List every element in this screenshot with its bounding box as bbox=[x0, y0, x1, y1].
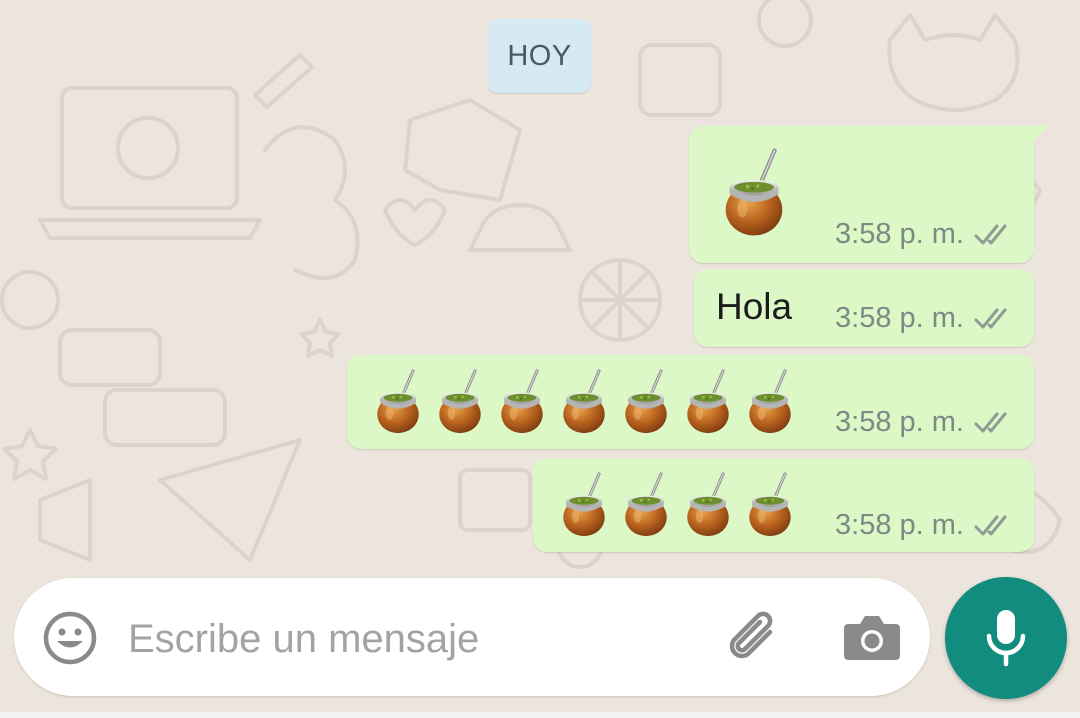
mate-emoji bbox=[561, 369, 607, 435]
message-meta: 3:58 p. m. bbox=[835, 218, 1016, 251]
mate-emoji bbox=[747, 369, 793, 435]
message-composer bbox=[14, 578, 930, 696]
mate-emoji bbox=[723, 148, 785, 238]
bubble-tail bbox=[1032, 126, 1048, 144]
bottom-system-strip bbox=[0, 712, 1080, 718]
message-timestamp: 3:58 p. m. bbox=[835, 509, 964, 541]
emoji-smiley-icon[interactable] bbox=[42, 610, 98, 666]
message-meta: 3:58 p. m. bbox=[835, 302, 1016, 335]
message-timestamp: 3:58 p. m. bbox=[835, 406, 964, 438]
double-check-read-icon bbox=[974, 514, 1016, 538]
message-meta: 3:58 p. m. bbox=[835, 406, 1016, 439]
mate-emoji bbox=[685, 472, 731, 538]
mate-emoji bbox=[499, 369, 545, 435]
outgoing-message-bubble[interactable]: 3:58 p. m. bbox=[533, 458, 1034, 552]
outgoing-message-bubble[interactable]: Hola 3:58 p. m. bbox=[694, 269, 1034, 347]
outgoing-message-bubble[interactable]: 3:58 p. m. bbox=[689, 126, 1048, 263]
date-separator-label: HOY bbox=[507, 39, 572, 72]
paperclip-icon[interactable] bbox=[724, 610, 784, 666]
message-meta: 3:58 p. m. bbox=[835, 509, 1016, 542]
double-check-read-icon bbox=[974, 307, 1016, 331]
mate-emoji bbox=[623, 472, 669, 538]
date-separator-chip: HOY bbox=[488, 19, 591, 93]
message-input[interactable] bbox=[128, 614, 708, 664]
message-text: Hola bbox=[716, 286, 793, 327]
double-check-read-icon bbox=[974, 223, 1016, 247]
message-timestamp: 3:58 p. m. bbox=[835, 302, 964, 334]
voice-record-button[interactable] bbox=[945, 577, 1067, 699]
mate-emoji bbox=[685, 369, 731, 435]
outgoing-message-bubble[interactable]: 3:58 p. m. bbox=[347, 355, 1034, 449]
mate-emoji bbox=[561, 472, 607, 538]
mate-emoji bbox=[747, 472, 793, 538]
microphone-icon bbox=[986, 610, 1026, 667]
camera-icon[interactable] bbox=[844, 612, 900, 662]
double-check-read-icon bbox=[974, 411, 1016, 435]
mate-emoji bbox=[623, 369, 669, 435]
mate-emoji bbox=[375, 369, 421, 435]
message-timestamp: 3:58 p. m. bbox=[835, 218, 964, 250]
mate-emoji bbox=[437, 369, 483, 435]
